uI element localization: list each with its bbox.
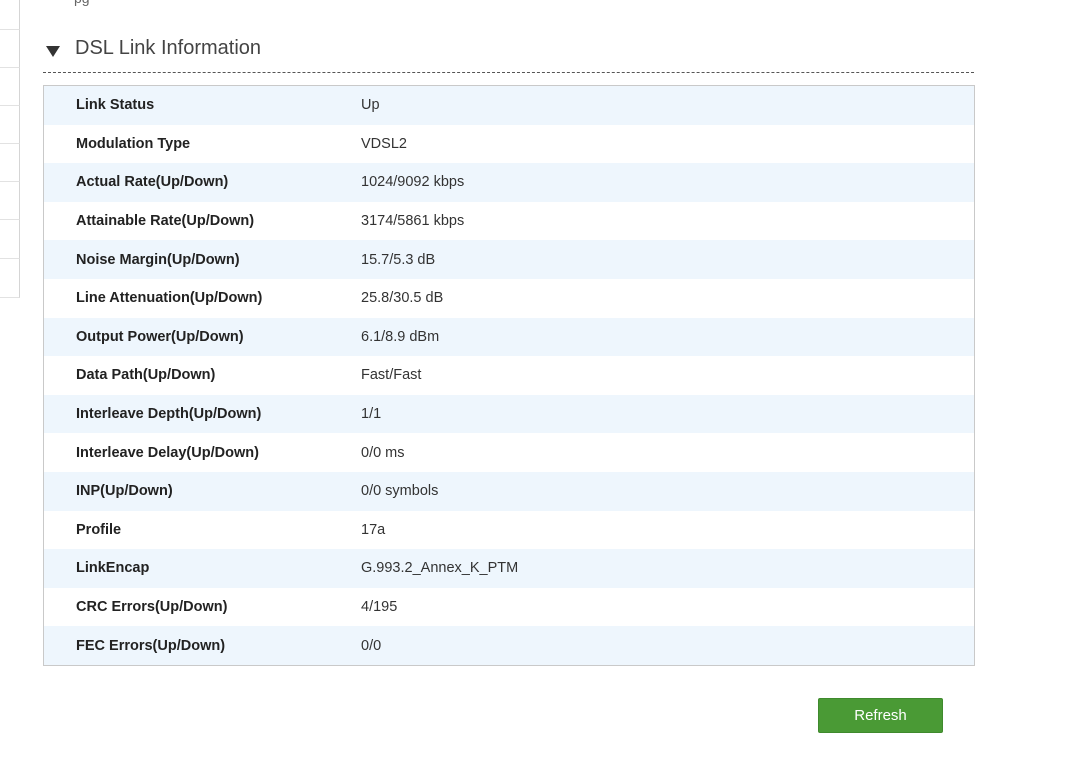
sidebar-item[interactable]: [0, 68, 20, 106]
row-value: 3174/5861 kbps: [361, 213, 465, 230]
table-row: Output Power(Up/Down) 6.1/8.9 dBm: [44, 317, 974, 357]
sidebar-item[interactable]: [0, 30, 20, 68]
sidebar-item[interactable]: [0, 182, 20, 220]
row-label: Output Power(Up/Down): [76, 328, 244, 345]
row-value: 6.1/8.9 dBm: [361, 328, 440, 345]
table-row: Noise Margin(Up/Down) 15.7/5.3 dB: [44, 240, 974, 279]
table-row: Data Path(Up/Down) Fast/Fast: [44, 356, 974, 395]
sidebar-item[interactable]: [0, 259, 20, 298]
row-label: Profile: [76, 521, 122, 538]
row-label: Interleave Delay(Up/Down): [76, 444, 259, 461]
table-row: INP(Up/Down) 0/0 symbols: [44, 471, 974, 511]
sidebar-item[interactable]: [0, 0, 20, 30]
row-label: Interleave Depth(Up/Down): [76, 406, 262, 423]
sidebar-item[interactable]: [0, 220, 20, 259]
table-row: Interleave Delay(Up/Down) 0/0 ms: [44, 433, 974, 472]
table-row: Line Attenuation(Up/Down) 25.8/30.5 dB: [44, 278, 974, 318]
row-value: 0/0 ms: [361, 444, 405, 461]
collapse-triangle-icon[interactable]: [46, 46, 60, 57]
row-label: Actual Rate(Up/Down): [76, 174, 229, 191]
row-value: 1024/9092 kbps: [361, 174, 465, 191]
section-title: DSL Link Information: [75, 37, 262, 59]
row-label: Data Path(Up/Down): [76, 367, 216, 384]
row-label: Link Status: [76, 97, 155, 114]
row-value: 17a: [361, 521, 386, 538]
row-value: Up: [361, 97, 380, 114]
row-value: 4/195: [361, 599, 398, 616]
row-label: CRC Errors(Up/Down): [76, 599, 228, 616]
table-row: Link Status Up: [44, 86, 974, 125]
row-label: Noise Margin(Up/Down): [76, 251, 240, 268]
row-value: 1/1: [361, 406, 382, 423]
row-value: VDSL2: [361, 135, 407, 152]
row-value: 25.8/30.5 dB: [361, 290, 444, 307]
table-row: Profile 17a: [44, 510, 974, 550]
row-label: LinkEncap: [76, 560, 150, 577]
sidebar-menu-strip: [0, 0, 20, 298]
row-value: 15.7/5.3 dB: [361, 251, 436, 268]
sidebar-item[interactable]: [0, 144, 20, 182]
refresh-button[interactable]: Refresh: [818, 698, 943, 733]
table-row: Attainable Rate(Up/Down) 3174/5861 kbps: [44, 201, 974, 241]
row-label: INP(Up/Down): [76, 483, 173, 500]
row-value: 0/0 symbols: [361, 483, 439, 500]
page: pg DSL Link Information Link Status Up M…: [0, 0, 1080, 760]
row-label: Line Attenuation(Up/Down): [76, 290, 263, 307]
row-value: Fast/Fast: [361, 367, 422, 384]
dsl-info-table: Link Status Up Modulation Type VDSL2 Act…: [43, 85, 975, 666]
dsl-section-header[interactable]: DSL Link Information: [43, 34, 974, 73]
row-label: Attainable Rate(Up/Down): [76, 213, 255, 230]
table-row: LinkEncap G.993.2_Annex_K_PTM: [44, 549, 974, 588]
table-row: CRC Errors(Up/Down) 4/195: [44, 587, 974, 627]
table-row: Interleave Depth(Up/Down) 1/1: [44, 394, 974, 434]
table-row: Modulation Type VDSL2: [44, 124, 974, 164]
table-row: FEC Errors(Up/Down) 0/0: [44, 626, 974, 665]
sidebar-item[interactable]: [0, 106, 20, 144]
table-row: Actual Rate(Up/Down) 1024/9092 kbps: [44, 163, 974, 202]
row-value: 0/0: [361, 637, 382, 654]
row-label: FEC Errors(Up/Down): [76, 637, 226, 654]
row-value: G.993.2_Annex_K_PTM: [361, 560, 519, 577]
truncated-header-text: pg: [74, 0, 90, 6]
row-label: Modulation Type: [76, 135, 191, 152]
